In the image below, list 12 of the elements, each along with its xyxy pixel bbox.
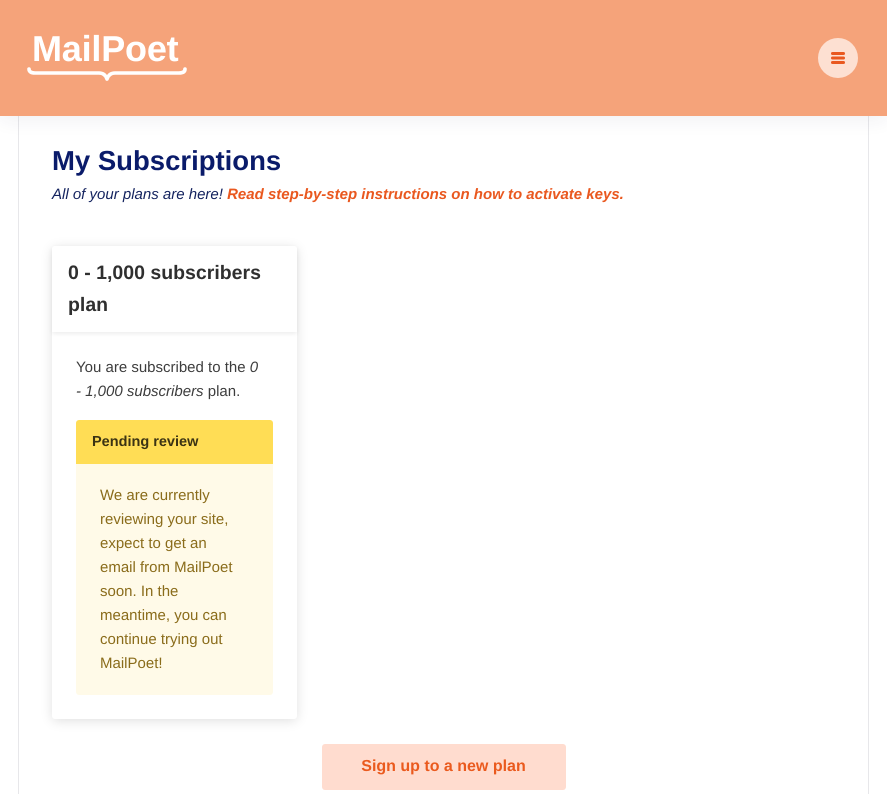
instructions-link[interactable]: Read step-by-step instructions on how to activate keys. xyxy=(227,186,624,203)
intro-text: All of your plans are here! Read step-by-step instructions on how to activate keys. xyxy=(52,185,625,205)
signup-button[interactable]: Sign up to a new plan xyxy=(322,744,566,790)
notice-title: Pending review xyxy=(92,434,198,450)
brace-underline-icon xyxy=(27,67,187,81)
page-title: My Subscriptions xyxy=(52,144,282,178)
menu-button[interactable] xyxy=(818,38,858,78)
notice-message: We are currently reviewing your site, expect to get an email from MailPoet soon. In the meantime, you can continue trying out MailPoet! xyxy=(76,464,273,695)
menu-icon xyxy=(831,52,845,64)
plan-title: 0 - 1,000 subscribers plan xyxy=(68,261,262,318)
plan-description: You are subscribed to the 0 - 1,000 subscribers plan. xyxy=(76,358,260,402)
logo-link[interactable]: MailPoet xyxy=(27,31,187,81)
